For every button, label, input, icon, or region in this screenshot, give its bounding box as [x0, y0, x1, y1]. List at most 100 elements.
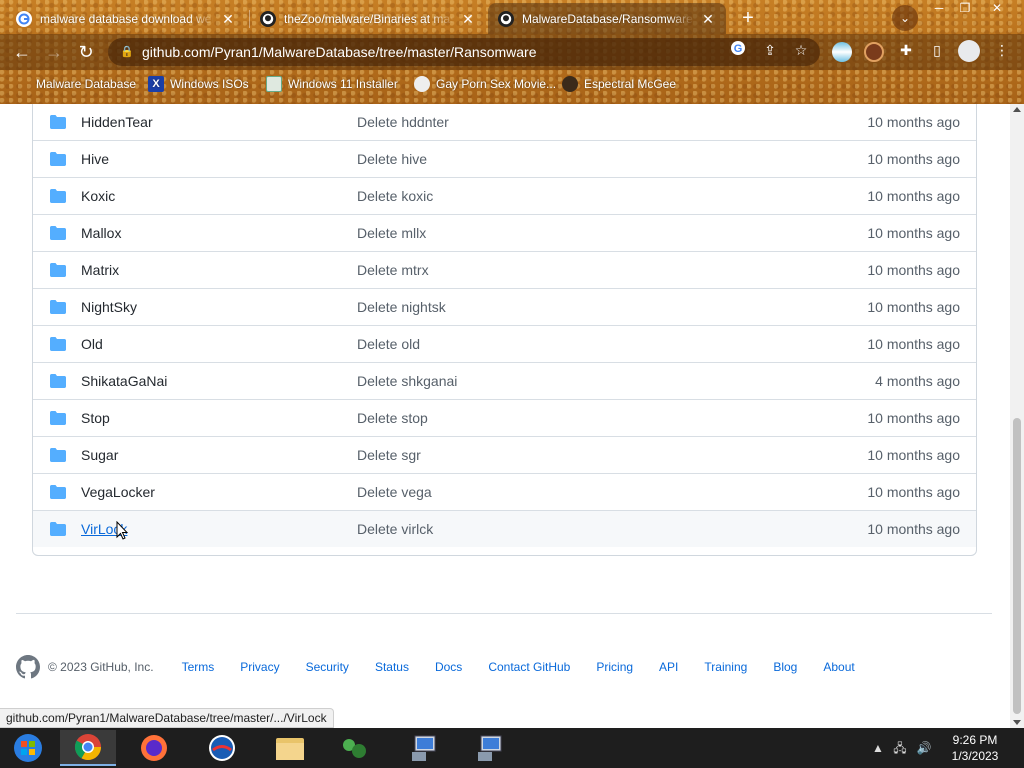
network-tray-icon[interactable]: 🖧: [892, 740, 908, 756]
taskbar-chrome[interactable]: [60, 730, 116, 766]
start-orb-icon: [14, 734, 42, 762]
file-row[interactable]: Stop Delete stop 10 months ago: [33, 399, 976, 436]
footer-link-terms[interactable]: Terms: [182, 660, 215, 674]
new-tab-button[interactable]: +: [735, 6, 761, 32]
tab-google-search[interactable]: malware database download website - Goog…: [6, 3, 246, 34]
commit-message-link[interactable]: Delete mllx: [357, 225, 426, 241]
file-name-link[interactable]: Old: [81, 336, 103, 352]
commit-message-link[interactable]: Delete shkganai: [357, 373, 457, 389]
extension-flag-icon[interactable]: [832, 42, 852, 62]
close-window-icon[interactable]: ✕: [984, 0, 1010, 18]
close-icon[interactable]: ✕: [700, 11, 716, 27]
file-list: HiddenTear Delete hddnter 10 months ago Hiv…: [32, 104, 977, 556]
file-row[interactable]: NightSky Delete nightsk 10 months ago: [33, 288, 976, 325]
taskbar-network-app[interactable]: [326, 730, 382, 766]
file-name-link[interactable]: Sugar: [81, 447, 118, 463]
file-name-link[interactable]: Matrix: [81, 262, 119, 278]
minimize-icon[interactable]: ─: [926, 0, 952, 18]
scroll-up-icon[interactable]: [1013, 107, 1021, 112]
volume-icon[interactable]: 🔊: [916, 740, 932, 756]
file-row[interactable]: VegaLocker Delete vega 10 months ago: [33, 473, 976, 510]
file-name-link[interactable]: Koxic: [81, 188, 115, 204]
footer-link-docs[interactable]: Docs: [435, 660, 462, 674]
footer-link-status[interactable]: Status: [375, 660, 409, 674]
commit-message-link[interactable]: Delete virlck: [357, 521, 433, 537]
file-name-link[interactable]: ShikataGaNai: [81, 373, 167, 389]
address-bar[interactable]: 🔒 github.com/Pyran1/MalwareDatabase/tree…: [108, 38, 820, 66]
file-row[interactable]: Sugar Delete sgr 10 months ago: [33, 436, 976, 473]
file-row[interactable]: HiddenTear Delete hddnter 10 months ago: [33, 104, 976, 140]
tray-chevron-icon[interactable]: ▲: [870, 740, 886, 756]
commit-message-link[interactable]: Delete old: [357, 336, 420, 352]
file-row[interactable]: Matrix Delete mtrx 10 months ago: [33, 251, 976, 288]
file-row[interactable]: Old Delete old 10 months ago: [33, 325, 976, 362]
tab-malwaredatabase[interactable]: MalwareDatabase/Ransomware at master ✕: [488, 3, 726, 34]
footer-link-blog[interactable]: Blog: [773, 660, 797, 674]
file-name-link[interactable]: Mallox: [81, 225, 121, 241]
github-logo-icon[interactable]: [16, 655, 40, 679]
google-lens-icon[interactable]: G: [728, 40, 748, 60]
taskbar-explorer[interactable]: [262, 730, 318, 766]
footer-link-pricing[interactable]: Pricing: [596, 660, 633, 674]
footer-link-security[interactable]: Security: [306, 660, 349, 674]
tab-strip: malware database download website - Goog…: [0, 0, 1024, 34]
scrollbar-thumb[interactable]: [1013, 418, 1021, 714]
footer-link-about[interactable]: About: [823, 660, 854, 674]
start-button[interactable]: [0, 730, 56, 766]
commit-message-link[interactable]: Delete stop: [357, 410, 428, 426]
footer-link-training[interactable]: Training: [704, 660, 747, 674]
restore-icon[interactable]: ❐: [952, 0, 978, 18]
google-icon: [16, 10, 32, 27]
tab-search-button[interactable]: ⌄: [892, 5, 918, 31]
page-content: HiddenTear Delete hddnter 10 months ago Hiv…: [0, 104, 1010, 728]
file-row[interactable]: VirLock Delete virlck 10 months ago: [33, 510, 976, 547]
bookmark-espectral-mcgee[interactable]: Espectral McGee: [562, 74, 676, 94]
tab-thezoo[interactable]: theZoo/malware/Binaries at master ✕: [250, 3, 486, 34]
extension-avatar-icon[interactable]: [864, 42, 884, 62]
file-name-link[interactable]: HiddenTear: [81, 114, 153, 130]
close-icon[interactable]: ✕: [460, 11, 476, 27]
bookmark-windows-11-installer[interactable]: Windows 11 Installer: [266, 74, 398, 94]
scrollbar[interactable]: [1010, 104, 1024, 728]
taskbar-app[interactable]: [194, 730, 250, 766]
commit-message-link[interactable]: Delete vega: [357, 484, 432, 500]
file-name-link[interactable]: NightSky: [81, 299, 137, 315]
commit-message-link[interactable]: Delete sgr: [357, 447, 421, 463]
globe-icon: [14, 76, 30, 92]
commit-message-link[interactable]: Delete hive: [357, 151, 427, 167]
bookmark-star-icon[interactable]: ☆: [791, 40, 811, 60]
reload-icon[interactable]: ↻: [74, 40, 98, 64]
file-row[interactable]: ShikataGaNai Delete shkganai 4 months ago: [33, 362, 976, 399]
profile-avatar-icon[interactable]: [958, 40, 980, 62]
taskbar-remote-desktop-2[interactable]: [462, 730, 518, 766]
share-icon[interactable]: ⇪: [760, 40, 780, 60]
folder-icon: [50, 263, 66, 277]
footer-link-contact-github[interactable]: Contact GitHub: [488, 660, 570, 674]
close-icon[interactable]: ✕: [220, 11, 236, 27]
bookmark-malware-database[interactable]: Malware Database: [14, 74, 136, 94]
bookmark-windows-isos[interactable]: X Windows ISOs: [148, 74, 249, 94]
forward-icon[interactable]: →: [42, 40, 66, 64]
commit-message-link[interactable]: Delete koxic: [357, 188, 433, 204]
commit-message-link[interactable]: Delete mtrx: [357, 262, 429, 278]
bookmark-site[interactable]: Gay Porn Sex Movie...: [414, 74, 556, 94]
menu-kebab-icon[interactable]: ⋮: [992, 40, 1012, 60]
footer-link-privacy[interactable]: Privacy: [240, 660, 279, 674]
folder-icon: [50, 374, 66, 388]
file-name-link[interactable]: VegaLocker: [81, 484, 155, 500]
commit-message-link[interactable]: Delete nightsk: [357, 299, 446, 315]
taskbar-firefox[interactable]: [126, 730, 182, 766]
file-row[interactable]: Mallox Delete mllx 10 months ago: [33, 214, 976, 251]
file-row[interactable]: Hive Delete hive 10 months ago: [33, 140, 976, 177]
scroll-down-icon[interactable]: [1013, 720, 1021, 725]
commit-message-link[interactable]: Delete hddnter: [357, 114, 449, 130]
extensions-puzzle-icon[interactable]: ✚: [896, 40, 916, 60]
taskbar-remote-desktop-1[interactable]: [396, 730, 452, 766]
side-panel-icon[interactable]: ▯: [927, 40, 947, 60]
back-icon[interactable]: ←: [10, 40, 34, 64]
file-name-link[interactable]: Stop: [81, 410, 110, 426]
file-row[interactable]: Koxic Delete koxic 10 months ago: [33, 177, 976, 214]
file-name-link[interactable]: Hive: [81, 151, 109, 167]
footer-link-api[interactable]: API: [659, 660, 678, 674]
clock[interactable]: 9:26 PM 1/3/2023: [942, 732, 1008, 764]
